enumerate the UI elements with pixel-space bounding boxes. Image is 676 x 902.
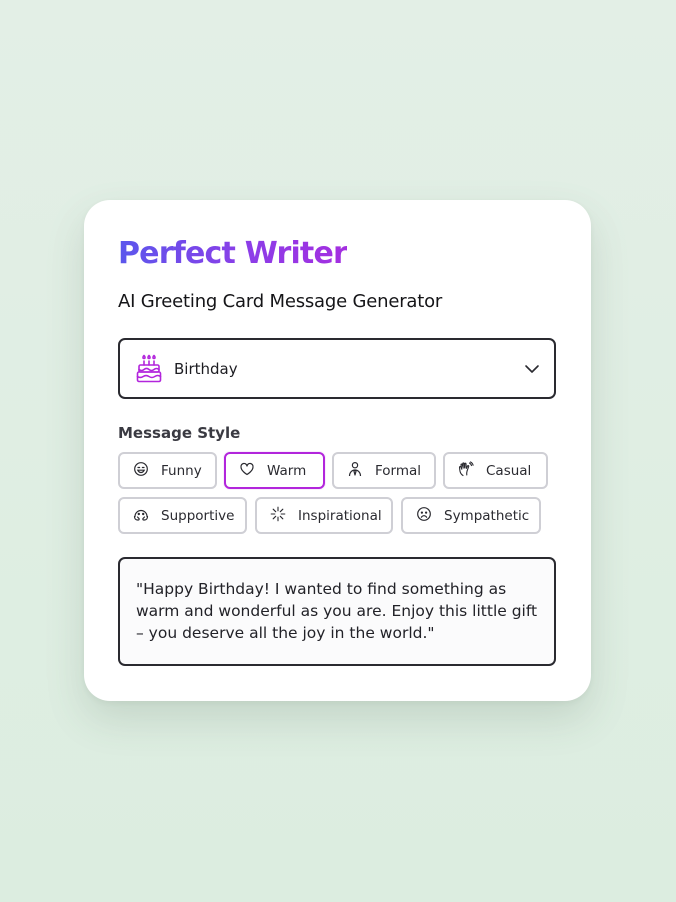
smile-icon xyxy=(133,461,149,481)
sad-face-icon xyxy=(416,506,432,526)
style-chip-funny[interactable]: Funny xyxy=(118,452,217,489)
style-chip-label: Supportive xyxy=(161,507,235,524)
style-chip-label: Sympathetic xyxy=(444,507,530,524)
style-chip-label: Formal xyxy=(375,462,422,479)
page-subtitle: AI Greeting Card Message Generator xyxy=(118,291,443,312)
heart-icon xyxy=(239,461,255,481)
generator-card: Perfect Writer AI Greeting Card Message … xyxy=(84,200,591,701)
person-tie-icon xyxy=(347,461,363,481)
style-chip-inspirational[interactable]: Inspirational xyxy=(255,497,393,534)
style-chip-label: Funny xyxy=(161,462,202,479)
style-chip-sympathetic[interactable]: Sympathetic xyxy=(401,497,541,534)
style-chip-supportive[interactable]: Supportive xyxy=(118,497,247,534)
chevron-down-icon xyxy=(524,361,540,377)
supportive-face-icon xyxy=(133,506,149,526)
generated-message[interactable]: "Happy Birthday! I wanted to find someth… xyxy=(118,557,556,666)
brand-title: Perfect Writer xyxy=(118,236,348,271)
sparkle-icon xyxy=(270,506,286,526)
style-chip-formal[interactable]: Formal xyxy=(332,452,436,489)
style-chip-warm[interactable]: Warm xyxy=(224,452,325,489)
occasion-dropdown[interactable]: Birthday xyxy=(118,338,556,399)
occasion-selected-value: Birthday xyxy=(174,359,238,378)
birthday-cake-icon xyxy=(136,354,162,384)
style-chip-label: Inspirational xyxy=(298,507,382,524)
style-chip-label: Warm xyxy=(267,462,307,479)
message-style-label: Message Style xyxy=(118,424,241,442)
style-chip-label: Casual xyxy=(486,462,532,479)
waving-hand-icon xyxy=(458,460,474,481)
style-chip-casual[interactable]: Casual xyxy=(443,452,548,489)
